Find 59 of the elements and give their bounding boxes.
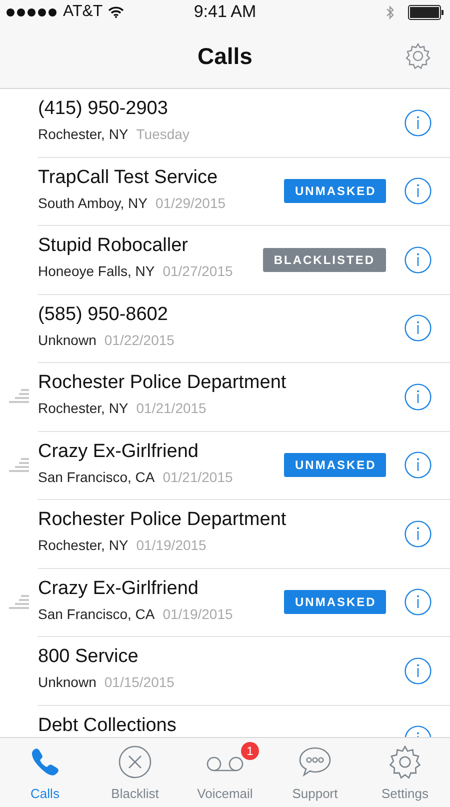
call-row[interactable]: Crazy Ex-Girlfriend San Francisco, CA 01/19/2015 UNMASKED [0, 568, 450, 637]
caller-name: 800 Service [38, 646, 140, 668]
chat-bubble-icon [298, 745, 332, 779]
call-row[interactable]: 800 Service Unknown 01/15/2015 [0, 637, 450, 706]
status-badge: UNMASKED [284, 179, 386, 204]
caller-location: San Francisco, CA [38, 468, 155, 484]
caller-location: San Francisco, CA [38, 606, 155, 622]
phone-icon [29, 746, 61, 778]
tab-item[interactable]: Settings [360, 738, 450, 807]
notification-badge: 1 [241, 742, 259, 760]
call-date: Tuesday [136, 126, 190, 142]
caller-location: Unknown [38, 674, 96, 690]
caller-name: TrapCall Test Service [38, 166, 219, 188]
caller-name: (415) 950-2903 [38, 98, 169, 120]
call-date: 01/19/2015 [162, 606, 233, 622]
call-row[interactable]: Rochester Police Department Rochester, NY 01/19/2015 [0, 500, 450, 568]
status-badge: BLACKLISTED [262, 248, 386, 272]
caller-location: Honeoye Falls, NY [38, 263, 155, 279]
tab-item[interactable]: Support [270, 738, 360, 807]
tab-item[interactable]: Blacklist [90, 738, 180, 807]
tab-item[interactable]: 1 Voicemail [180, 738, 270, 807]
caller-name: Rochester Police Department [38, 372, 288, 394]
call-date: 01/15/2015 [104, 674, 174, 690]
caller-name: Crazy Ex-Girlfriend [38, 578, 200, 600]
call-date: 01/27/2015 [162, 263, 233, 279]
status-badge: UNMASKED [284, 590, 386, 614]
bluetooth-icon [386, 4, 394, 20]
tab-item[interactable]: Calls [0, 738, 90, 807]
call-row[interactable]: (585) 950-8602 Unknown 01/22/2015 [0, 294, 450, 363]
call-date: 01/22/2015 [104, 332, 174, 348]
caller-name: Rochester Police Department [38, 509, 288, 531]
carrier-name: AT&T [63, 3, 103, 21]
caller-location: South Amboy, NY [38, 194, 148, 210]
call-row[interactable]: Rochester Police Department Rochester, NY 01/21/2015 [0, 363, 450, 432]
caller-name: (585) 950-8602 [38, 304, 169, 326]
signal-icon [6, 8, 58, 16]
status-badge: UNMASKED [284, 453, 386, 478]
call-date: 01/21/2015 [136, 400, 206, 416]
cross-circle-icon [118, 745, 152, 779]
call-row[interactable]: Crazy Ex-Girlfriend San Francisco, CA 01/21/2015 UNMASKED [0, 432, 450, 500]
settings-icon[interactable] [404, 42, 432, 70]
battery-icon [408, 4, 444, 20]
call-date: 01/19/2015 [136, 537, 206, 553]
call-date: 01/29/2015 [155, 194, 226, 210]
caller-location: Rochester, NY [38, 537, 128, 553]
call-row[interactable]: (415) 950-2903 Rochester, NY Tuesday [0, 89, 450, 158]
call-row[interactable]: Stupid Robocaller Honeoye Falls, NY 01/27/2015 BLACKLISTED [0, 226, 450, 294]
caller-name: Stupid Robocaller [38, 235, 189, 257]
wifi-icon [108, 6, 124, 18]
settings-icon [387, 744, 423, 780]
status-time: 9:41 AM [194, 2, 256, 22]
call-date: 01/21/2015 [162, 468, 233, 484]
call-row[interactable]: TrapCall Test Service South Amboy, NY 01/29/2015 UNMASKED [0, 158, 450, 226]
caller-location: Rochester, NY [38, 400, 128, 416]
page-title: Calls [198, 42, 252, 70]
caller-name: Debt Collections [38, 714, 178, 736]
caller-location: Unknown [38, 332, 96, 348]
caller-name: Crazy Ex-Girlfriend [38, 440, 200, 462]
caller-location: Rochester, NY [38, 126, 128, 142]
